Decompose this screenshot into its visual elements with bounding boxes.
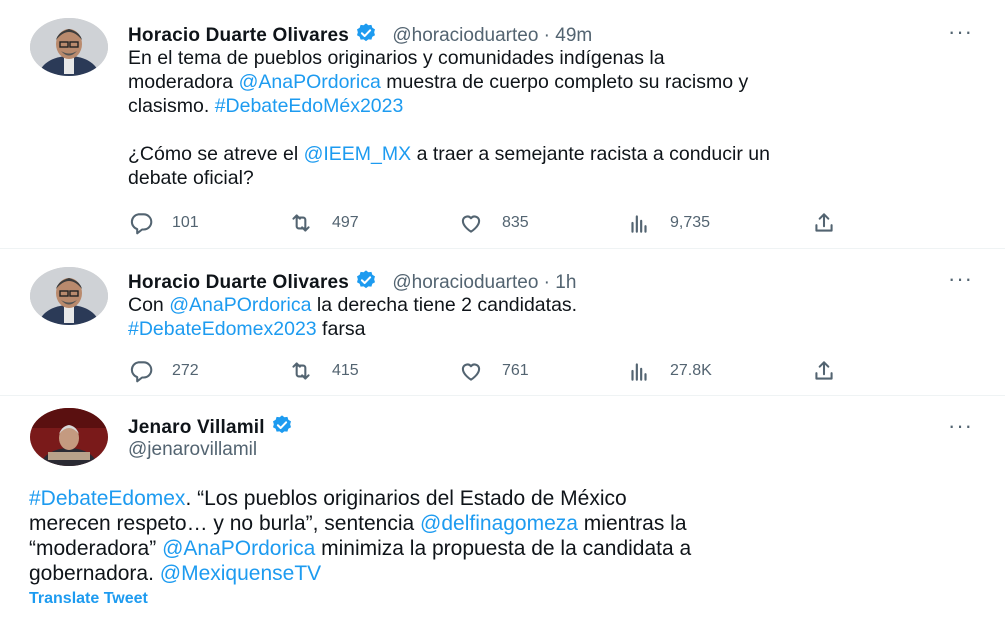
- separator: ·: [538, 25, 556, 46]
- text-segment: clasismo.: [128, 95, 215, 117]
- more-options-icon[interactable]: ···: [948, 268, 973, 290]
- share-icon: [815, 361, 833, 380]
- text-segment: gobernadora.: [29, 562, 160, 585]
- tweet-text-line: En el tema de pueblos originarios y comu…: [128, 46, 770, 70]
- text-segment: Con: [128, 294, 170, 316]
- timestamp[interactable]: 1h: [555, 272, 576, 293]
- text-segment: mientras la: [577, 512, 687, 535]
- mention-link[interactable]: @AnaPOrdorica: [239, 71, 381, 93]
- views-count: 9,735: [670, 214, 711, 231]
- separator: ·: [538, 272, 556, 293]
- more-options-icon[interactable]: ···: [948, 21, 973, 43]
- translate-tweet-link[interactable]: Translate Tweet: [29, 590, 148, 608]
- hashtag-link[interactable]: #DebateEdoMéx2023: [215, 95, 404, 117]
- like-icon: [461, 215, 481, 233]
- avatar-photo: [30, 18, 108, 76]
- mention-link[interactable]: @AnaPOrdorica: [162, 537, 315, 560]
- views-icon: [631, 215, 647, 233]
- like-count: 835: [502, 214, 529, 231]
- reply-button[interactable]: 101: [128, 208, 199, 238]
- timestamp[interactable]: 49m: [555, 25, 592, 46]
- text-segment: la derecha tiene 2 candidatas.: [311, 294, 578, 316]
- text-segment: ¿Cómo se atreve el: [128, 143, 304, 165]
- more-options-icon[interactable]: ···: [948, 415, 973, 437]
- like-count: 761: [502, 362, 529, 379]
- retweet-button[interactable]: 415: [288, 356, 359, 386]
- author-name[interactable]: Horacio Duarte Olivares: [128, 272, 349, 293]
- tweet-text-line: #DebateEdomex. “Los pueblos originarios …: [29, 486, 691, 511]
- share-button[interactable]: [811, 208, 837, 238]
- share-icon: [815, 213, 833, 232]
- reply-count: 272: [172, 362, 199, 379]
- text-segment: “moderadora”: [29, 537, 163, 560]
- text-segment: farsa: [316, 318, 366, 340]
- views-icon: [631, 363, 647, 381]
- tweet-text-line: moderadora @AnaPOrdorica muestra de cuer…: [128, 70, 770, 94]
- tweet-text-line: #DebateEdomex2023 farsa: [128, 317, 577, 341]
- tweet-text-line: clasismo. #DebateEdoMéx2023: [128, 94, 770, 118]
- mention-link[interactable]: @IEEM_MX: [304, 143, 412, 165]
- views-button[interactable]: 9,735: [626, 208, 710, 238]
- avatar-photo: [30, 267, 108, 325]
- retweet-icon: [292, 362, 310, 380]
- views-button[interactable]: 27.8K: [626, 356, 712, 386]
- reply-icon: [130, 213, 153, 235]
- text-segment: muestra de cuerpo completo su racismo y: [380, 71, 749, 93]
- text-segment: En el tema de pueblos originarios y comu…: [128, 47, 665, 69]
- author-handle[interactable]: @horacioduarteo: [392, 272, 538, 293]
- action-bar: 272 415 761 27.8K: [128, 356, 848, 386]
- tweet-text-line: merecen respeto… y no burla”, sentencia …: [29, 511, 691, 536]
- tweet-header: Jenaro Villamil: [128, 414, 293, 442]
- retweet-button[interactable]: 497: [288, 208, 359, 238]
- reply-button[interactable]: 272: [128, 356, 199, 386]
- tweet-header-handle: @jenarovillamil: [128, 439, 257, 461]
- tweet-2[interactable]: Horacio Duarte Olivares @horacioduarteo …: [0, 249, 1005, 395]
- verified-badge-icon: [271, 414, 293, 442]
- tweet-text-line: “moderadora” @AnaPOrdorica minimiza la p…: [29, 536, 691, 561]
- tweet-text-line: gobernadora. @MexiquenseTV: [29, 561, 691, 586]
- tweet-text-line: [128, 118, 770, 142]
- tweet-text: En el tema de pueblos originarios y comu…: [128, 46, 770, 190]
- like-icon: [461, 363, 481, 381]
- tweet-1[interactable]: Horacio Duarte Olivares @horacioduarteo …: [0, 0, 1005, 248]
- author-handle[interactable]: @horacioduarteo: [392, 25, 538, 46]
- text-segment: debate oficial?: [128, 167, 254, 189]
- text-segment: merecen respeto… y no burla”, sentencia: [29, 512, 421, 535]
- action-bar: 101 497 835 9,735: [128, 208, 848, 238]
- tweet-text-line: ¿Cómo se atreve el @IEEM_MX a traer a se…: [128, 142, 770, 166]
- avatar[interactable]: [30, 18, 108, 76]
- tweet-text-line: debate oficial?: [128, 166, 770, 190]
- tweet-text-line: Con @AnaPOrdorica la derecha tiene 2 can…: [128, 293, 577, 317]
- author-name[interactable]: Horacio Duarte Olivares: [128, 25, 349, 46]
- reply-icon: [130, 361, 153, 383]
- tweet-text: Con @AnaPOrdorica la derecha tiene 2 can…: [128, 293, 577, 341]
- retweet-count: 415: [332, 362, 359, 379]
- avatar-photo: [30, 408, 108, 466]
- reply-count: 101: [172, 214, 199, 231]
- hashtag-link[interactable]: #DebateEdomex2023: [128, 318, 317, 340]
- text-segment: moderadora: [128, 71, 239, 93]
- mention-link[interactable]: @AnaPOrdorica: [169, 294, 311, 316]
- tweet-text: #DebateEdomex. “Los pueblos originarios …: [29, 486, 691, 586]
- retweet-icon: [292, 214, 310, 232]
- mention-link[interactable]: @MexiquenseTV: [160, 562, 321, 585]
- like-button[interactable]: 761: [458, 356, 529, 386]
- mention-link[interactable]: @delfinagomeza: [420, 512, 578, 535]
- text-segment: a traer a semejante racista a conducir u…: [411, 143, 770, 165]
- author-handle[interactable]: @jenarovillamil: [128, 439, 257, 460]
- avatar[interactable]: [30, 408, 108, 466]
- text-segment: minimiza la propuesta de la candidata a: [315, 537, 692, 560]
- views-count: 27.8K: [670, 362, 712, 379]
- hashtag-link[interactable]: #DebateEdomex: [29, 487, 185, 510]
- avatar[interactable]: [30, 267, 108, 325]
- retweet-count: 497: [332, 214, 359, 231]
- text-segment: . “Los pueblos originarios del Estado de…: [185, 487, 627, 510]
- share-button[interactable]: [811, 356, 837, 386]
- like-button[interactable]: 835: [458, 208, 529, 238]
- author-name[interactable]: Jenaro Villamil: [128, 417, 265, 438]
- tweet-3[interactable]: Jenaro Villamil @jenarovillamil ··· #Deb…: [0, 396, 1005, 620]
